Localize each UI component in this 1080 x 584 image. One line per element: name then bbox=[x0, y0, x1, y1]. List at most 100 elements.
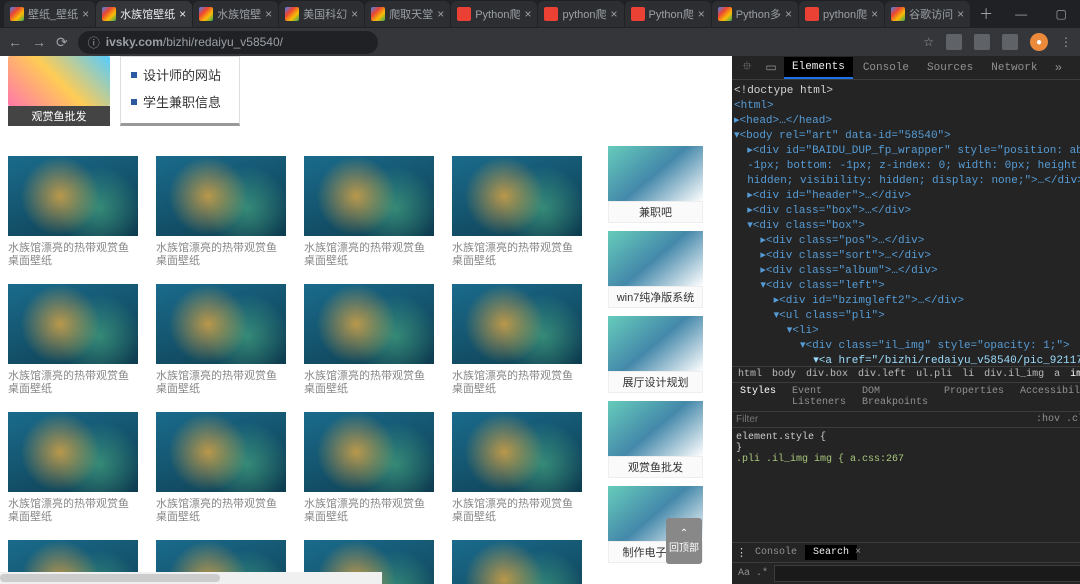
css-rules[interactable]: element.style { } .pli .il_img img { a.c… bbox=[732, 428, 1080, 469]
bookmark-star-icon[interactable]: ☆ bbox=[923, 35, 934, 49]
search-tab[interactable]: Search bbox=[805, 545, 857, 560]
wallpaper-item[interactable]: 水族馆漂亮的热带观赏鱼桌面壁纸 bbox=[452, 156, 582, 268]
wallpaper-thumb[interactable] bbox=[452, 540, 582, 584]
properties-tab[interactable]: Properties bbox=[936, 383, 1012, 411]
search-options[interactable]: Aa .* bbox=[738, 568, 768, 579]
nav-reload[interactable]: ⟳ bbox=[56, 34, 68, 51]
browser-tab[interactable]: python爬× bbox=[799, 1, 884, 27]
ad-thumbnail[interactable] bbox=[8, 56, 110, 106]
ad-image[interactable] bbox=[608, 146, 703, 201]
browser-tab[interactable]: python爬× bbox=[538, 1, 623, 27]
device-mode-icon[interactable]: ▭ bbox=[760, 60, 782, 75]
new-tab-button[interactable]: ＋ bbox=[971, 4, 1001, 24]
tab-close-icon[interactable]: × bbox=[82, 7, 89, 21]
wallpaper-item[interactable]: 水族馆漂亮的热带观赏鱼桌面壁纸 bbox=[304, 156, 434, 268]
ad-image[interactable] bbox=[608, 401, 703, 456]
wallpaper-thumb[interactable] bbox=[452, 156, 582, 236]
browser-tab[interactable]: 谷歌访问× bbox=[885, 1, 970, 27]
wallpaper-thumb[interactable] bbox=[8, 412, 138, 492]
extension-icon[interactable] bbox=[946, 34, 962, 50]
browser-tab[interactable]: 美国科幻× bbox=[279, 1, 364, 27]
wallpaper-item[interactable]: 水族馆漂亮的热带观赏鱼桌面壁纸 bbox=[8, 412, 138, 524]
tab-close-icon[interactable]: × bbox=[611, 7, 618, 21]
tab-close-icon[interactable]: × bbox=[871, 7, 878, 21]
tab-close-icon[interactable]: × bbox=[179, 7, 186, 21]
search-input[interactable] bbox=[774, 565, 1080, 582]
favicon-icon bbox=[718, 7, 732, 21]
site-info-icon[interactable]: ⓘ bbox=[88, 34, 100, 51]
devtools-tab-console[interactable]: Console bbox=[855, 58, 917, 78]
wallpaper-thumb[interactable] bbox=[304, 156, 434, 236]
browser-tab[interactable]: 爬取天堂× bbox=[365, 1, 450, 27]
styles-filter-input[interactable] bbox=[736, 414, 1036, 425]
browser-tab[interactable]: Python爬× bbox=[451, 1, 537, 27]
devtools-tab-sources[interactable]: Sources bbox=[919, 58, 981, 78]
wallpaper-item[interactable]: 水族馆漂亮的热带观赏鱼桌面壁纸 bbox=[304, 412, 434, 524]
extension-icon[interactable] bbox=[1002, 34, 1018, 50]
browser-tab[interactable]: 水族馆壁纸× bbox=[96, 1, 192, 27]
wallpaper-thumb[interactable] bbox=[156, 156, 286, 236]
wallpaper-item[interactable]: 水族馆漂亮的热带观赏鱼桌面壁纸 bbox=[156, 156, 286, 268]
console-tab[interactable]: Console bbox=[747, 545, 805, 560]
ad-image[interactable] bbox=[608, 231, 703, 286]
tab-close-icon[interactable]: × bbox=[785, 7, 792, 21]
browser-tab[interactable]: 壁纸_壁纸× bbox=[4, 1, 95, 27]
wallpaper-thumb[interactable] bbox=[8, 156, 138, 236]
profile-avatar[interactable]: ● bbox=[1030, 33, 1048, 51]
nav-forward[interactable]: → bbox=[32, 34, 46, 50]
sidebar-ad[interactable]: 兼职吧 bbox=[608, 146, 703, 223]
wallpaper-thumb[interactable] bbox=[156, 412, 286, 492]
browser-menu-icon[interactable]: ⋮ bbox=[1060, 35, 1072, 49]
wallpaper-item[interactable]: 水族馆漂亮的热带观赏鱼桌面壁纸 bbox=[156, 412, 286, 524]
nav-back[interactable]: ← bbox=[8, 34, 22, 50]
tab-close-icon[interactable]: × bbox=[957, 7, 964, 21]
extension-icon[interactable] bbox=[974, 34, 990, 50]
browser-tab[interactable]: Python多× bbox=[712, 1, 798, 27]
tab-close-icon[interactable]: × bbox=[524, 7, 531, 21]
tab-close-icon[interactable]: × bbox=[351, 7, 358, 21]
accessibility-tab[interactable]: Accessibility bbox=[1012, 383, 1080, 411]
inspect-icon[interactable]: ⯐ bbox=[736, 57, 758, 78]
devtools-more-tabs[interactable]: » bbox=[1047, 61, 1069, 75]
window-minimize[interactable]: — bbox=[1001, 0, 1041, 28]
tab-close-icon[interactable]: × bbox=[437, 7, 444, 21]
wallpaper-thumb[interactable] bbox=[452, 412, 582, 492]
wallpaper-item[interactable]: 水族馆漂亮的热带观赏鱼桌面壁纸 bbox=[452, 540, 582, 584]
wallpaper-thumb[interactable] bbox=[304, 284, 434, 364]
dom-breadcrumbs[interactable]: html body div.box div.left ul.pli li div… bbox=[732, 366, 1080, 382]
promo-item[interactable]: 设计师的网站 bbox=[131, 61, 229, 88]
wallpaper-item[interactable]: 水族馆漂亮的热带观赏鱼桌面壁纸 bbox=[304, 284, 434, 396]
devtools-tab-elements[interactable]: Elements bbox=[784, 57, 853, 79]
browser-tab[interactable]: Python爬× bbox=[625, 1, 711, 27]
dom-breakpoints-tab[interactable]: DOM Breakpoints bbox=[854, 383, 936, 411]
devtools-tab-network[interactable]: Network bbox=[983, 58, 1045, 78]
sidebar-ad[interactable]: 观赏鱼批发 bbox=[608, 401, 703, 478]
ad-image[interactable] bbox=[608, 316, 703, 371]
wallpaper-thumb[interactable] bbox=[304, 412, 434, 492]
wallpaper-item[interactable]: 水族馆漂亮的热带观赏鱼桌面壁纸 bbox=[156, 284, 286, 396]
console-menu-icon[interactable]: ⋮ bbox=[736, 546, 747, 560]
address-bar[interactable]: ⓘ ivsky.com/bizhi/redaiyu_v58540/ bbox=[78, 31, 378, 54]
tab-close-icon[interactable]: × bbox=[855, 547, 861, 558]
elements-tree[interactable]: <!doctype html> <html> ▸<head>…</head> ▾… bbox=[732, 80, 1080, 366]
wallpaper-thumb[interactable] bbox=[156, 284, 286, 364]
window-maximize[interactable]: ▢ bbox=[1041, 0, 1080, 28]
sidebar-ad[interactable]: win7纯净版系统 bbox=[608, 231, 703, 308]
wallpaper-thumb[interactable] bbox=[452, 284, 582, 364]
tab-close-icon[interactable]: × bbox=[698, 7, 705, 21]
wallpaper-item[interactable]: 水族馆漂亮的热带观赏鱼桌面壁纸 bbox=[452, 412, 582, 524]
wallpaper-thumb[interactable] bbox=[8, 284, 138, 364]
event-listeners-tab[interactable]: Event Listeners bbox=[784, 383, 854, 411]
ad-caption: win7纯净版系统 bbox=[608, 286, 703, 308]
styles-hov-toggle[interactable]: :hov .cls + bbox=[1036, 414, 1080, 425]
styles-tab[interactable]: Styles bbox=[732, 383, 784, 411]
sidebar-ad[interactable]: 展厅设计规划 bbox=[608, 316, 703, 393]
promo-item[interactable]: 学生兼职信息 bbox=[131, 88, 229, 115]
wallpaper-item[interactable]: 水族馆漂亮的热带观赏鱼桌面壁纸 bbox=[8, 284, 138, 396]
horizontal-scrollbar[interactable] bbox=[0, 572, 382, 584]
browser-tab[interactable]: 水族馆壁× bbox=[193, 1, 278, 27]
wallpaper-item[interactable]: 水族馆漂亮的热带观赏鱼桌面壁纸 bbox=[8, 156, 138, 268]
tab-close-icon[interactable]: × bbox=[265, 7, 272, 21]
wallpaper-item[interactable]: 水族馆漂亮的热带观赏鱼桌面壁纸 bbox=[452, 284, 582, 396]
back-to-top-button[interactable]: ⌃ 回顶部 bbox=[666, 518, 702, 564]
